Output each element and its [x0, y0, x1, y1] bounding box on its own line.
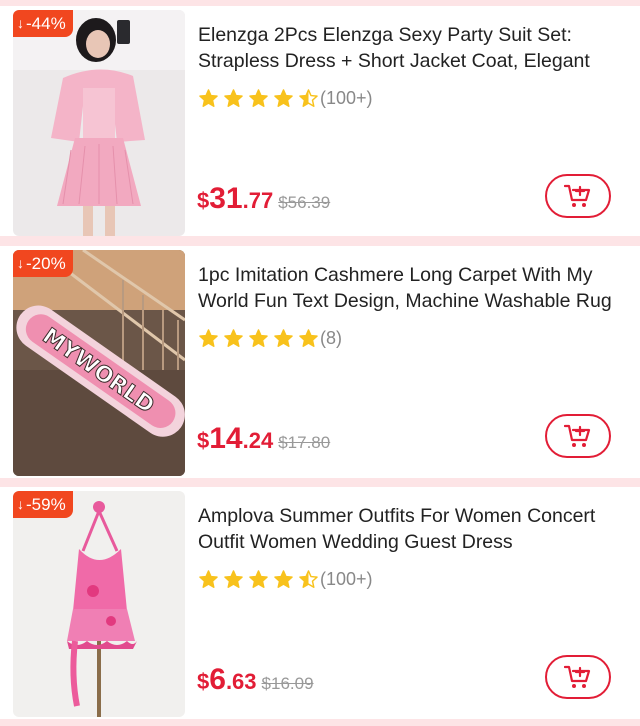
discount-badge: ↓ -20% [13, 250, 73, 277]
star-icon [299, 569, 318, 588]
product-card[interactable]: ↓ -59% Amplova Summer Outfits For Women … [0, 487, 640, 719]
product-card[interactable]: ↓ -44% Elenzga 2Pcs Elenzga Sexy Party S… [0, 6, 640, 236]
add-to-cart-button[interactable] [545, 174, 611, 218]
product-image[interactable]: ↓ -44% [13, 10, 185, 236]
star-icon [274, 328, 293, 347]
arrow-down-icon: ↓ [17, 15, 24, 31]
product-image[interactable]: MYWORLD ↓ -20% [13, 250, 185, 476]
discount-text: -20% [26, 254, 66, 273]
star-icon [249, 328, 268, 347]
discount-text: -59% [26, 495, 66, 514]
product-title[interactable]: Amplova Summer Outfits For Women Concert… [198, 503, 616, 555]
star-icon [224, 569, 243, 588]
add-to-cart-button[interactable] [545, 655, 611, 699]
add-to-cart-button[interactable] [545, 414, 611, 458]
rating: (100+) [199, 86, 373, 110]
discount-badge: ↓ -44% [13, 10, 73, 37]
add-to-cart-icon [564, 665, 591, 688]
add-to-cart-icon [564, 184, 591, 207]
price-decimal: .24 [242, 428, 274, 453]
original-price: $17.80 [278, 433, 331, 452]
price-currency: $ [197, 428, 210, 453]
price-integer: 14 [209, 422, 243, 455]
star-icon [199, 88, 218, 107]
star-icon [299, 328, 318, 347]
star-icon [249, 88, 268, 107]
price-currency: $ [197, 188, 210, 213]
review-count: (8) [320, 327, 342, 348]
star-icon [299, 88, 318, 107]
price-decimal: .77 [242, 188, 274, 213]
arrow-down-icon: ↓ [17, 255, 24, 271]
discount-text: -44% [26, 14, 66, 33]
star-icon [274, 88, 293, 107]
review-count: (100+) [320, 568, 373, 589]
arrow-down-icon: ↓ [17, 496, 24, 512]
product-title[interactable]: Elenzga 2Pcs Elenzga Sexy Party Suit Set… [198, 22, 616, 74]
star-rating [199, 328, 318, 348]
star-rating [199, 569, 318, 589]
price-integer: 6 [209, 663, 226, 696]
review-count: (100+) [320, 87, 373, 108]
rating: (8) [199, 326, 342, 350]
product-image[interactable]: ↓ -59% [13, 491, 185, 717]
price: $ 31 .77 $56.39 [197, 182, 330, 216]
price-integer: 31 [209, 182, 243, 215]
star-icon [274, 569, 293, 588]
star-icon [249, 569, 268, 588]
product-title[interactable]: 1pc Imitation Cashmere Long Carpet With … [198, 262, 616, 314]
price: $ 6 .63 $16.09 [197, 663, 314, 697]
discount-badge: ↓ -59% [13, 491, 73, 518]
star-icon [199, 328, 218, 347]
rating: (100+) [199, 567, 373, 591]
star-rating [199, 88, 318, 108]
star-icon [224, 328, 243, 347]
price-currency: $ [197, 669, 210, 694]
star-icon [199, 569, 218, 588]
original-price: $16.09 [261, 674, 314, 693]
product-card[interactable]: MYWORLD ↓ -20% 1pc Imitation Cashmere Lo… [0, 246, 640, 478]
product-list: ↓ -44% Elenzga 2Pcs Elenzga Sexy Party S… [0, 0, 640, 726]
price: $ 14 .24 $17.80 [197, 422, 330, 456]
original-price: $56.39 [278, 193, 331, 212]
price-decimal: .63 [225, 669, 257, 694]
star-icon [224, 88, 243, 107]
add-to-cart-icon [564, 424, 591, 447]
